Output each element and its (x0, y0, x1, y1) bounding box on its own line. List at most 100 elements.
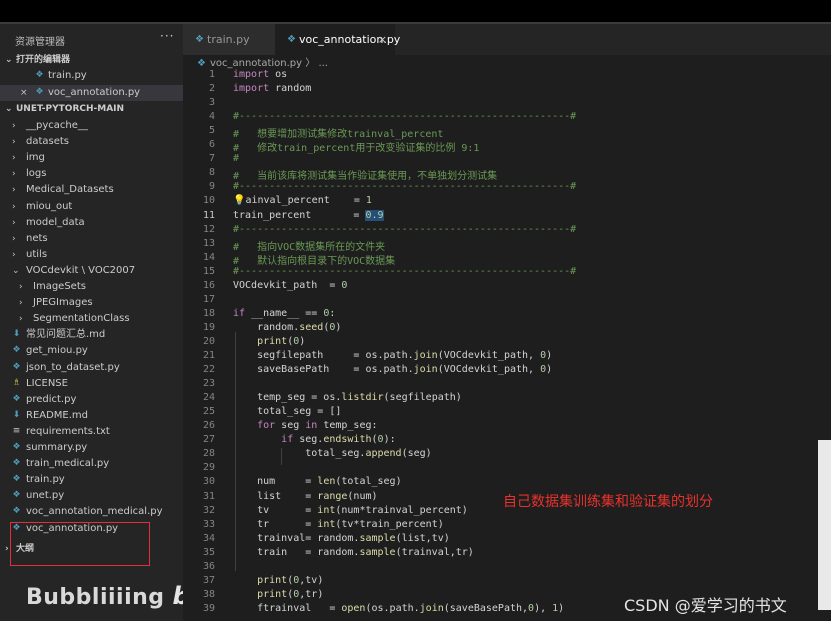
tree-item[interactable]: ❖ voc_annotation_medical.py (0, 504, 183, 520)
tree-item[interactable]: ≡ requirements.txt (0, 424, 183, 440)
python-file-icon: ❖ (35, 70, 44, 80)
code-line: import random (233, 83, 312, 95)
code-line: saveBasePath = os.path.join(VOCdevkit_pa… (233, 364, 553, 376)
indent-guide (235, 331, 236, 571)
code-line: train_percent = 0.9 (233, 209, 384, 221)
line-number: 11 (202, 209, 215, 221)
open-editors-header[interactable]: ⌄ 打开的编辑器 (0, 52, 183, 68)
line-number: 29 (202, 462, 215, 474)
folder-label: JPEGImages (33, 297, 93, 309)
folder-label: SegmentationClass (33, 313, 130, 325)
code-line: segfilepath = os.path.join(VOCdevkit_pat… (233, 350, 553, 361)
code-line: num = len(total_seg) (233, 476, 402, 488)
file-label: LICENSE (26, 377, 68, 389)
more-actions-icon[interactable]: ··· (160, 29, 174, 43)
chevron-down-icon: ⌄ (5, 55, 13, 65)
tree-item[interactable]: › datasets (0, 134, 183, 150)
tree-item[interactable]: ❖ summary.py (0, 440, 183, 456)
tree-item[interactable]: › model_data (0, 215, 183, 231)
line-number: 19 (202, 321, 215, 333)
line-number: 16 (202, 279, 215, 291)
folder-label: ImageSets (33, 281, 86, 292)
code-line: ftrainval = open(os.path.join(saveBasePa… (233, 602, 565, 614)
file-label: train_medical.py (26, 458, 110, 470)
chevron-right-icon: › (12, 233, 16, 244)
line-number: 13 (202, 237, 215, 249)
tree-item[interactable]: › __pycache__ (0, 118, 183, 134)
code-line: #---------------------------------------… (233, 265, 577, 277)
line-number: 25 (202, 406, 215, 418)
tree-item[interactable]: › SegmentationClass (0, 311, 183, 327)
code-editor[interactable]: 1 import os 2 import random 3 4 #-------------… (183, 67, 831, 621)
tree-item[interactable]: ❖ get_miou.py (0, 343, 183, 359)
tree-item[interactable]: ❖ unet.py (0, 488, 183, 504)
open-editor-voc-annotation-py[interactable]: × ❖ voc_annotation.py (0, 85, 183, 101)
tab-voc-annotation-py[interactable]: ❖ voc_annotation.py × (275, 24, 400, 55)
tree-item[interactable]: ♗ LICENSE (0, 376, 183, 392)
tree-item[interactable]: ❖ json_to_dataset.py (0, 360, 183, 376)
chevron-down-icon: ⌄ (12, 265, 20, 276)
code-line: if __name__ == 0: (233, 307, 336, 319)
tree-item[interactable]: › miou_out (0, 199, 183, 215)
code-line: if seg.endswith(0): (281, 434, 396, 446)
file-label: README.md (26, 409, 89, 421)
python-file-icon: ❖ (195, 34, 204, 45)
video-watermark: Bubbliiiing bilibili (26, 582, 183, 610)
tree-item[interactable]: › utils (0, 247, 183, 263)
tree-item[interactable]: › JPEGImages (0, 295, 183, 311)
tree-item[interactable]: ❖ train.py (0, 472, 183, 488)
video-brand: Bubbliiiing (26, 585, 165, 610)
file-label: train.py (26, 474, 65, 486)
tree-item[interactable]: › nets (0, 231, 183, 247)
line-number: 20 (202, 335, 215, 347)
tree-item[interactable]: ⌄ VOCdevkit \ VOC2007 (0, 263, 183, 279)
code-line: tv = int(num*trainval_percent) (233, 504, 468, 516)
code-line: # (233, 153, 240, 165)
file-label: predict.py (26, 393, 77, 405)
code-line: #---------------------------------------… (233, 181, 577, 193)
python-file-icon: ❖ (12, 506, 21, 517)
line-number: 26 (202, 420, 215, 432)
python-file-icon: ❖ (12, 442, 21, 452)
file-label: voc_annotation.py (48, 87, 141, 98)
code-line: tr = int(tv*train_percent) (233, 518, 444, 530)
code-line: import os (233, 69, 288, 80)
markdown-file-icon: ⬇ (12, 409, 21, 420)
markdown-file-icon: ⬇ (12, 329, 21, 340)
folder-label: __pycache__ (26, 120, 88, 131)
code-line: print(0,tr) (257, 588, 324, 600)
folder-label: datasets (26, 136, 70, 148)
tree-item[interactable]: ⬇ README.md (0, 408, 183, 424)
close-icon[interactable]: × (378, 24, 387, 55)
line-number: 17 (202, 293, 215, 305)
line-number: 27 (202, 434, 215, 446)
project-label: UNET-PYTORCH-MAIN (16, 104, 125, 114)
open-editor-train-py[interactable]: ❖ train.py (0, 68, 183, 84)
code-line: temp_seg = os.listdir(segfilepath) (233, 392, 462, 404)
close-icon: × (20, 88, 28, 98)
code-line: list = range(num) (233, 490, 378, 502)
folder-label: miou_out (26, 200, 73, 212)
tab-train-py[interactable]: ❖ train.py (183, 24, 275, 55)
python-file-icon: ❖ (287, 34, 296, 45)
line-number: 9 (208, 181, 215, 193)
tree-item[interactable]: › Medical_Datasets (0, 182, 183, 198)
tree-item[interactable]: ❖ predict.py (0, 392, 183, 408)
code-line: total_seg.append(seg) (233, 448, 432, 460)
python-file-icon: ❖ (12, 361, 21, 372)
tree-item[interactable]: › logs (0, 166, 183, 182)
line-number: 32 (202, 504, 215, 516)
chevron-right-icon: › (12, 185, 16, 196)
tree-item[interactable]: ❖ train_medical.py (0, 456, 183, 472)
code-line: VOCdevkit_path = 0 (233, 279, 348, 291)
folder-label: utils (26, 248, 48, 260)
tree-item[interactable]: › ImageSets (0, 279, 183, 295)
project-header[interactable]: ⌄ UNET-PYTORCH-MAIN (0, 101, 183, 117)
open-editors-label: 打开的编辑器 (16, 55, 71, 65)
line-number: 36 (202, 560, 215, 572)
code-line: 💡ainval_percent = 1 (233, 195, 372, 207)
line-number: 8 (208, 167, 215, 179)
tree-item[interactable]: ⬇ 常见问题汇总.md (0, 327, 183, 343)
code-line: print(0) (257, 335, 306, 347)
tree-item[interactable]: › img (0, 150, 183, 166)
